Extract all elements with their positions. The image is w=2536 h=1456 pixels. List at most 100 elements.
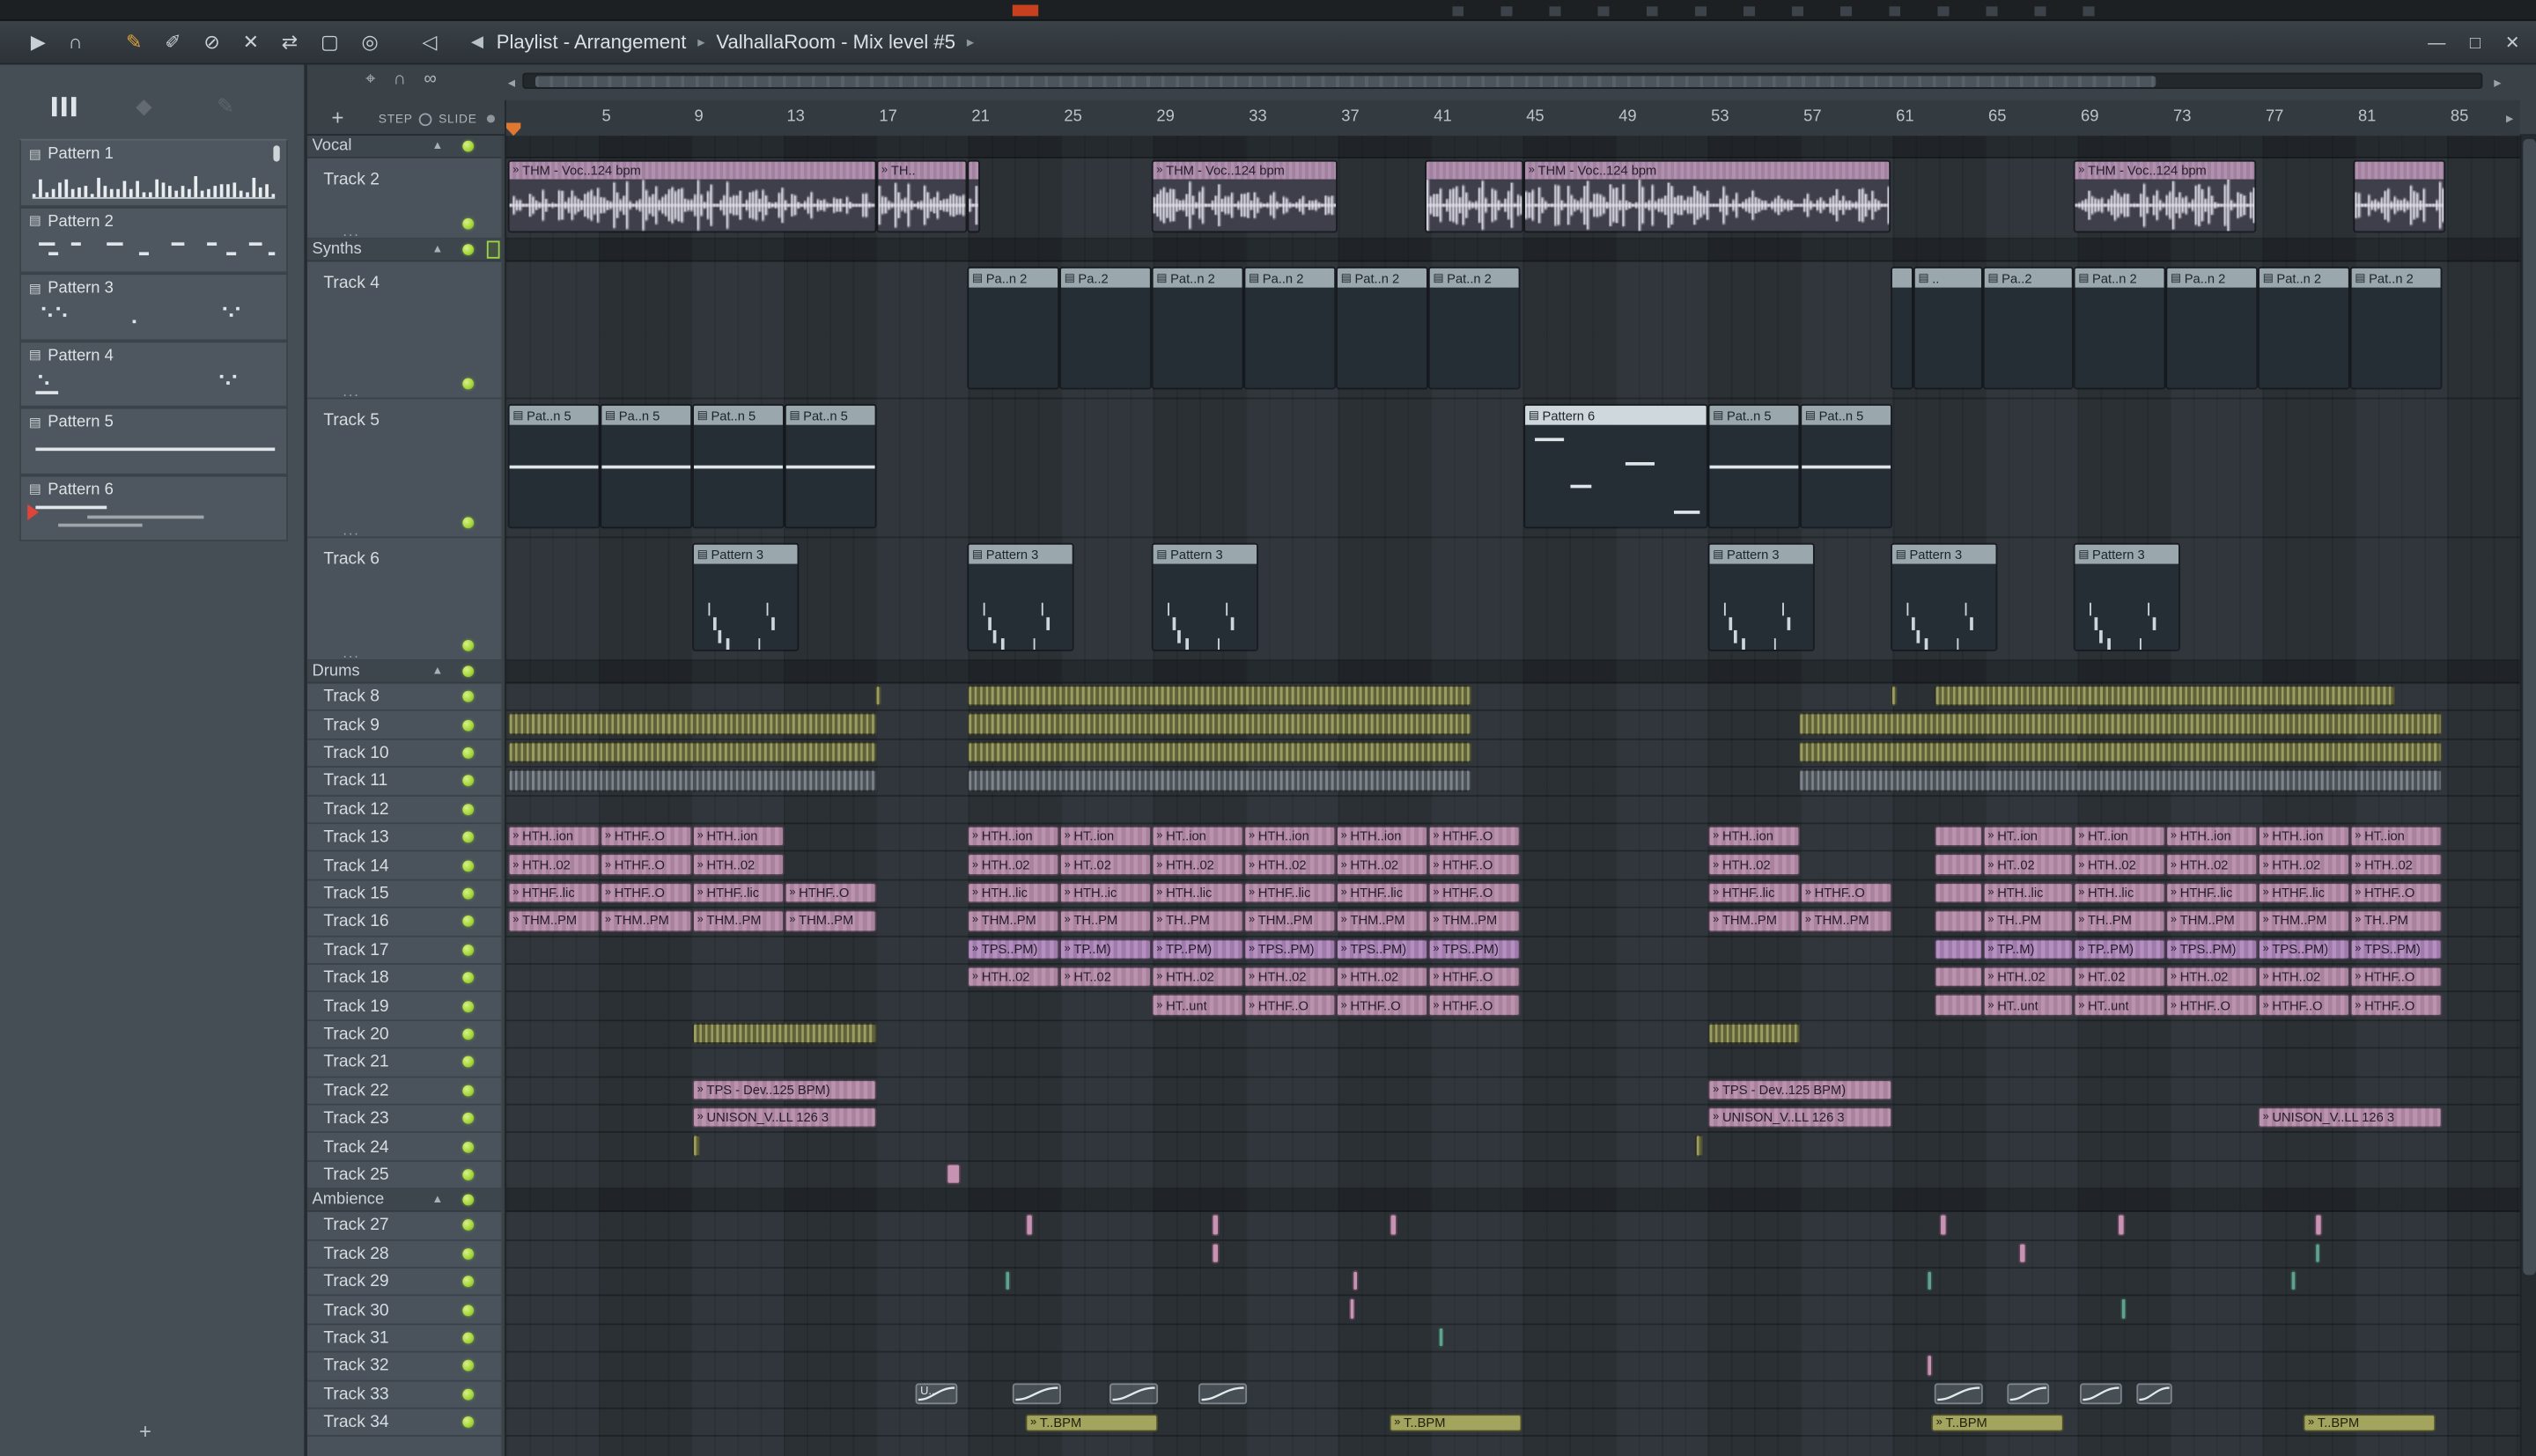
clip[interactable]: » HTHF..O <box>1427 853 1521 876</box>
clip[interactable]: » HTHF..lic <box>2258 881 2350 904</box>
clip[interactable]: » HTHF..lic <box>1336 881 1428 904</box>
mute-tool-icon[interactable]: ✕ <box>243 33 259 52</box>
track-lane[interactable] <box>505 1021 2520 1049</box>
track-header[interactable]: Track 15 <box>306 880 502 909</box>
track-header[interactable]: Track 16 <box>306 908 502 937</box>
clip[interactable] <box>2353 159 2446 233</box>
track-lane[interactable] <box>505 684 2520 712</box>
clip[interactable] <box>1934 685 2396 707</box>
clip[interactable]: » TPS..PM) <box>1243 938 1337 960</box>
mute-led[interactable] <box>462 746 475 759</box>
speaker-icon[interactable]: ◀ <box>471 33 483 51</box>
clip[interactable]: » THM..PM <box>1707 909 1801 932</box>
clip[interactable]: » HTH..02 <box>1982 966 2074 989</box>
clip[interactable]: » HTHF..O <box>2258 994 2350 1017</box>
collapse-icon[interactable]: ▲ <box>432 244 444 255</box>
clip[interactable] <box>1934 966 1983 989</box>
track-lane[interactable] <box>505 1162 2520 1190</box>
clip[interactable]: ▤ Pattern 3 <box>1891 542 1998 651</box>
clip[interactable]: » HTH..02 <box>967 853 1060 876</box>
mute-led[interactable] <box>462 1000 475 1012</box>
clip[interactable]: » THM - Voc..124 bpm <box>507 159 877 233</box>
track-header[interactable]: Track 4... <box>306 261 502 400</box>
clip[interactable]: » TH..PM <box>1059 909 1152 932</box>
pattern-item[interactable]: ▤ Pattern 2 <box>19 206 288 274</box>
clip[interactable]: » TH.. <box>876 159 968 233</box>
mute-led[interactable] <box>462 1247 475 1260</box>
step-slide-toggle[interactable] <box>419 112 432 126</box>
clip[interactable]: » TPS..PM) <box>2165 938 2259 960</box>
track-header[interactable]: Track 31 <box>306 1324 502 1353</box>
horizontal-scrollbar-thumb[interactable] <box>534 76 2156 88</box>
clip[interactable]: » THM - Voc..124 bpm <box>1523 159 1891 233</box>
select-tool-icon[interactable]: ▢ <box>321 33 339 52</box>
mute-led[interactable] <box>462 1219 475 1232</box>
mute-led[interactable] <box>462 140 475 152</box>
track-header[interactable]: Track 23 <box>306 1105 502 1134</box>
clip[interactable] <box>2119 1298 2127 1320</box>
clip[interactable]: » THM..PM <box>600 909 693 932</box>
track-lane[interactable] <box>505 1049 2520 1077</box>
group-header[interactable]: Ambience ▲ <box>306 1189 502 1213</box>
delete-tool-icon[interactable]: ⊘ <box>203 33 219 52</box>
clip[interactable] <box>1211 1213 1220 1236</box>
clip[interactable] <box>2314 1213 2323 1236</box>
clip[interactable] <box>1934 881 1983 904</box>
clip[interactable]: ▤ Pat..n 2 <box>2258 266 2350 390</box>
track-lane[interactable]: ▤ Pattern 3 ▤ Pattern 3 ▤ Pattern 3 ▤ Pattern 3… <box>505 538 2520 661</box>
clip[interactable]: ▤ Pat..n 5 <box>1707 403 1801 529</box>
clip[interactable]: » HT..ion <box>1982 826 2074 848</box>
clip[interactable]: ▤ Pattern 3 <box>1707 542 1815 651</box>
clip[interactable]: » TP..M) <box>1059 938 1152 960</box>
track-lane[interactable]: ▤ Pa..n 2 ▤ Pa..2 ▤ Pat..n 2 ▤ Pa..n 2 ▤ Pat..n 2… <box>505 261 2520 400</box>
mute-led[interactable] <box>462 244 475 256</box>
clip[interactable]: » HTH..lic <box>2073 881 2166 904</box>
clip[interactable]: ▤ Pat..n 2 <box>2073 266 2166 390</box>
vertical-scrollbar-thumb[interactable] <box>2523 138 2536 1275</box>
add-pattern-button[interactable]: + <box>139 1419 151 1444</box>
collapse-icon[interactable]: ▲ <box>432 141 444 152</box>
clip[interactable]: » UNISON_V..LL 126 3 <box>692 1107 877 1129</box>
track-lane[interactable]: » TPS..PM)» TP..M)» TP..PM)» TPS..PM)» TPS..P… <box>505 937 2520 965</box>
mute-led[interactable] <box>462 517 475 529</box>
clip[interactable]: » HTH..lic <box>1151 881 1244 904</box>
track-header[interactable]: Track 21 <box>306 1048 502 1077</box>
track-header[interactable]: Track 6... <box>306 538 502 661</box>
clip[interactable]: ▤ Pat..n 5 <box>507 403 601 529</box>
clip[interactable]: » T..BPM <box>1389 1414 1522 1432</box>
clip[interactable] <box>1891 685 1898 707</box>
clip[interactable] <box>507 769 877 791</box>
clip[interactable]: » HTHF..O <box>1427 826 1521 848</box>
track-header[interactable]: Track 18 <box>306 964 502 993</box>
mute-led[interactable] <box>462 1085 475 1097</box>
link-icon[interactable]: ∞ <box>424 70 436 89</box>
track-lane[interactable]: » THM..PM» THM..PM» THM..PM» THM..PM» THM..PM… <box>505 908 2520 937</box>
clip[interactable]: » HTH..ion <box>692 826 785 848</box>
clip[interactable]: » HTH..02 <box>2349 853 2443 876</box>
collapse-icon[interactable]: ▲ <box>432 1195 444 1206</box>
clip[interactable]: ▤ Pa..n 2 <box>1243 266 1337 390</box>
clip[interactable]: » HTHF..O <box>1427 966 1521 989</box>
clip[interactable]: » HTHF..O <box>600 826 693 848</box>
clip[interactable]: » THM..PM <box>692 909 785 932</box>
clip[interactable]: » TPS - Dev..125 BPM) <box>692 1078 877 1101</box>
clip[interactable]: » TH..PM <box>1982 909 2074 932</box>
clip[interactable]: ▤ Pat..n 2 <box>1336 266 1428 390</box>
mute-led[interactable] <box>462 831 475 843</box>
clip[interactable] <box>1707 1022 1801 1045</box>
clip[interactable]: ▤ Pat..n 2 <box>2349 266 2443 390</box>
clip[interactable] <box>1926 1269 1933 1292</box>
clip[interactable] <box>507 741 877 763</box>
clip[interactable]: » THM..PM <box>967 909 1060 932</box>
track-lane[interactable] <box>505 768 2520 797</box>
clip[interactable] <box>1211 1241 1220 1264</box>
track-lane[interactable]: » HT..unt» HTHF..O» HTHF..O» HTHF..O» HT..unt… <box>505 993 2520 1021</box>
playlist-grid[interactable]: » THM - Voc..124 bpm» TH..» THM - Voc..124 … <box>505 136 2520 1456</box>
clip[interactable]: » HTH..02 <box>1243 853 1337 876</box>
mute-led[interactable] <box>462 1169 475 1180</box>
play-icon[interactable]: ▶ <box>31 33 46 52</box>
timeline-ruler[interactable]: ▸ 5 9 13 17 21 25 29 33 37 41 45 49 53 57 61 65 69 73 77 81… <box>505 99 2520 136</box>
clip[interactable]: » T..BPM <box>2303 1414 2436 1432</box>
clip[interactable]: » HTH..ion <box>1243 826 1337 848</box>
clip[interactable]: » HTH..02 <box>2073 853 2166 876</box>
